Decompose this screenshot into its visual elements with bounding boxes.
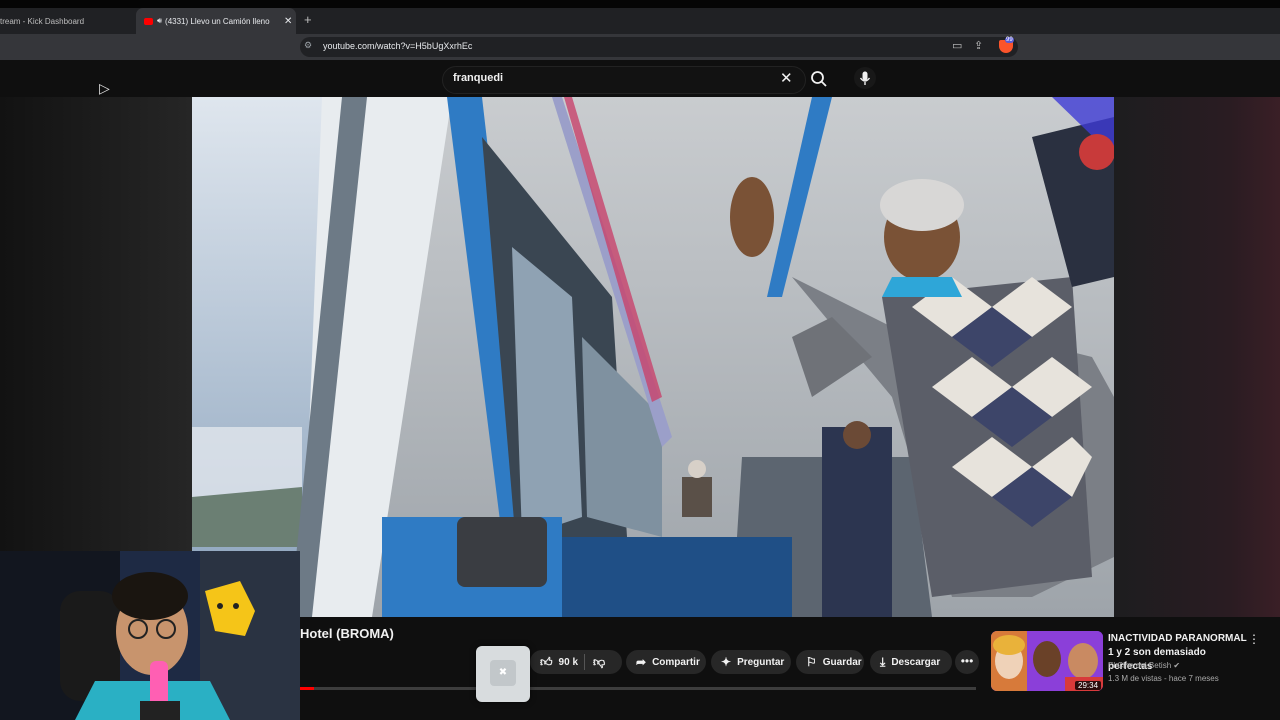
more-actions-button[interactable]: ••• <box>955 650 979 674</box>
tab-close-icon[interactable]: ✕ <box>284 16 292 27</box>
site-settings-icon[interactable]: ⚙ <box>304 40 312 51</box>
verified-icon: ✔ <box>1173 661 1181 670</box>
share-label: Compartir <box>652 656 700 668</box>
clear-search-icon[interactable]: ✕ <box>780 69 793 87</box>
like-dislike-group: 👍︎ 90 k 👎︎ <box>530 650 622 674</box>
video-title: Hotel (BROMA) <box>300 626 394 641</box>
video-frame-image <box>192 97 1114 617</box>
thumbs-up-icon[interactable]: 👍︎ <box>540 655 553 670</box>
channel-name: El Cine del Betish <box>1108 661 1172 670</box>
tab-kick-dashboard[interactable]: tream - Kick Dashboard <box>0 8 132 34</box>
ambient-left-panel <box>0 97 192 552</box>
webcam-image <box>0 551 300 720</box>
save-label: Guardar <box>822 656 862 668</box>
search-icon[interactable] <box>808 68 830 90</box>
video-player[interactable] <box>192 97 1114 617</box>
address-url[interactable]: youtube.com/watch?v=H5bUgXxrhEc <box>323 41 472 51</box>
thumbs-down-icon[interactable]: 👎︎ <box>593 655 605 670</box>
youtube-favicon-icon <box>144 17 153 25</box>
download-icon: ⤓ <box>880 654 886 669</box>
recommended-channel[interactable]: El Cine del Betish ✔ <box>1108 661 1180 670</box>
brave-badge: 99 <box>1005 37 1014 43</box>
video-duration: 29:34 <box>1075 681 1102 690</box>
cast-icon[interactable]: ▭ <box>952 39 962 52</box>
ambient-right-panel <box>1114 97 1280 617</box>
tab-title: tream - Kick Dashboard <box>0 16 85 26</box>
progress-track[interactable] <box>300 687 976 690</box>
ask-button[interactable]: ✦ Preguntar <box>711 650 791 674</box>
ask-label: Preguntar <box>737 656 785 668</box>
overlay-popup[interactable]: ✖ <box>476 646 530 702</box>
save-button[interactable]: ⚐ Guardar <box>796 650 864 674</box>
like-count[interactable]: 90 k <box>559 657 578 668</box>
window-top-strip <box>0 0 1280 8</box>
share-page-icon[interactable]: ⇪ <box>974 39 983 52</box>
download-button[interactable]: ⤓ Descargar <box>870 650 952 674</box>
popup-close-icon[interactable]: ✖ <box>490 660 516 686</box>
mouse-cursor-icon: ▷ <box>99 80 110 96</box>
share-arrow-icon: ➦ <box>636 655 647 669</box>
tab-title: (4331) Llevo un Camión lleno <box>165 16 270 26</box>
search-input[interactable]: franquedi <box>453 72 503 84</box>
sparkle-icon: ✦ <box>721 655 732 669</box>
bookmark-icon: ⚐ <box>806 655 817 669</box>
like-divider <box>584 654 586 670</box>
share-button[interactable]: ➦ Compartir <box>626 650 706 674</box>
recommended-meta: 1.3 M de vistas - hace 7 meses <box>1108 674 1219 683</box>
recommended-menu-icon[interactable]: ⋮ <box>1248 632 1260 646</box>
download-label: Descargar <box>891 656 941 668</box>
new-tab-button[interactable]: + <box>304 12 312 28</box>
webcam-overlay <box>0 551 300 720</box>
progress-fill <box>300 687 314 690</box>
mic-icon[interactable] <box>854 67 876 89</box>
speaker-icon[interactable]: 🔊︎ <box>157 16 162 26</box>
tab-youtube-video[interactable]: 🔊︎ (4331) Llevo un Camión lleno ✕ <box>136 8 296 34</box>
